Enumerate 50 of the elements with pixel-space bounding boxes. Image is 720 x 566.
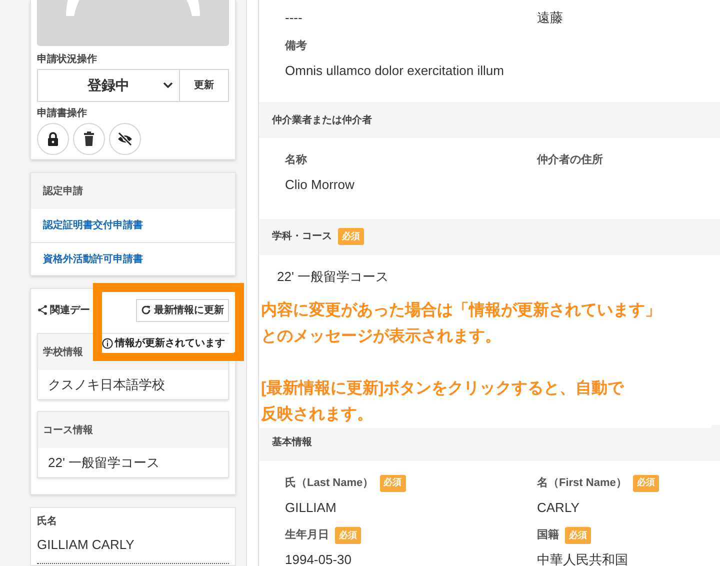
trash-icon: [81, 131, 97, 147]
field-label: 仲介者の住所: [537, 152, 603, 168]
field-value: Omnis ullamco dolor exercitation illum: [285, 62, 505, 80]
field-value: GILLIAM CARLY: [37, 535, 229, 564]
annotation-text: 内容に変更があった場合は「情報が更新されています」 とのメッセージが表示されます。: [261, 300, 662, 347]
required-badge: 必須: [338, 228, 364, 245]
field-label: 備考: [285, 38, 307, 54]
field-value: 遠藤: [537, 9, 564, 27]
field-value: ----: [285, 9, 304, 27]
field-label: 名称: [285, 152, 307, 168]
field-label: 氏名: [37, 514, 58, 529]
field-label: 生年月日: [285, 528, 329, 544]
required-badge: 必須: [632, 474, 659, 492]
panel-value: 22' 一般留学コース: [48, 454, 160, 472]
field-value: 中華人民共和国: [537, 551, 629, 566]
field-value: GILLIAM: [285, 498, 338, 516]
section-title: 学科・コース: [272, 230, 332, 244]
info-icon: [102, 338, 113, 349]
required-badge: 必須: [335, 527, 361, 544]
eye-slash-icon: [117, 131, 133, 147]
lock-icon: [45, 131, 61, 147]
field-value: Clio Morrow: [285, 176, 356, 194]
panel-value: クスノキ日本語学校: [48, 376, 165, 394]
field-value: CARLY: [537, 498, 580, 516]
section-label: 申請書操作: [37, 106, 88, 121]
field-value: 22' 一般留学コース: [277, 268, 390, 286]
field-label: 氏（Last Name）: [285, 476, 374, 491]
field-label: 国籍: [537, 528, 559, 544]
annotation-text: [最新情報に更新]ボタンをクリックすると、自動で 反映されます。: [261, 378, 626, 425]
share-icon: [38, 305, 47, 315]
document-link[interactable]: 認定証明書交付申請書: [43, 218, 143, 233]
section-title: 基本情報: [272, 436, 312, 450]
document-link[interactable]: 資格外活動許可申請書: [43, 252, 143, 266]
card-title: 関連デー: [50, 304, 90, 318]
panel-title: コース情報: [43, 424, 93, 438]
refresh-icon: [141, 305, 151, 315]
section-label: 申請状況操作: [37, 52, 98, 67]
required-badge: 必須: [565, 527, 591, 544]
caret-icon: [163, 82, 173, 89]
field-label: 名（First Name）: [537, 476, 627, 491]
section-title: 仲介業者または仲介者: [272, 114, 372, 128]
eye-slash-button[interactable]: [109, 123, 141, 155]
refresh-button[interactable]: 最新情報に更新: [136, 298, 229, 322]
update-notice: 情報が更新されています: [115, 336, 225, 351]
panel-title: 学校情報: [43, 346, 83, 360]
lock-button[interactable]: [37, 123, 69, 155]
required-badge: 必須: [380, 474, 406, 492]
field-value: 1994-05-30: [285, 551, 352, 566]
trash-button[interactable]: [73, 123, 105, 155]
card-title: 認定申請: [43, 184, 83, 198]
